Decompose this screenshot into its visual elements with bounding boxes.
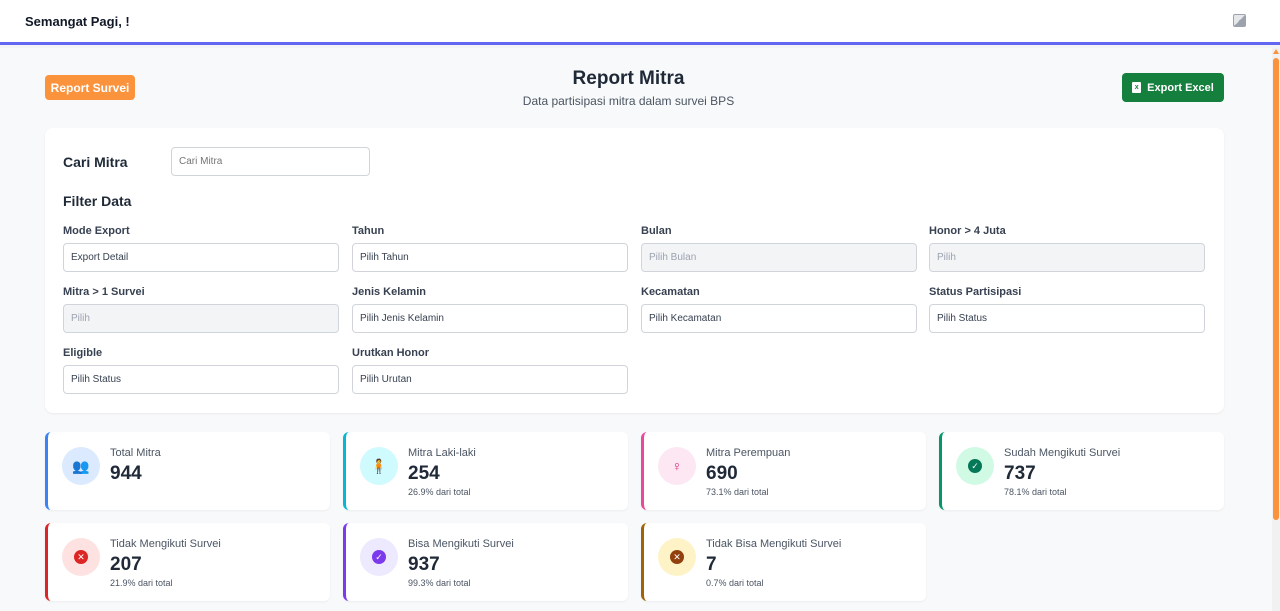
stat-value: 207: [110, 554, 142, 575]
greeting-text: Semangat Pagi, !: [25, 14, 130, 29]
top-bar: Semangat Pagi, !: [0, 0, 1280, 45]
page-title: Report Mitra: [572, 68, 685, 89]
stat-label: Tidak Mengikuti Survei: [110, 538, 221, 550]
stat-value: 254: [408, 463, 440, 484]
status-partisipasi-label: Status Partisipasi: [929, 286, 1022, 298]
scroll-up-icon[interactable]: [1273, 49, 1279, 54]
mode-export-label: Mode Export: [63, 225, 130, 237]
urutkan-honor-select[interactable]: Pilih Urutan: [352, 365, 628, 394]
scroll-thumb[interactable]: [1273, 58, 1279, 520]
stat-card-laki: 🧍 Mitra Laki-laki 254 26.9% dari total: [343, 432, 628, 510]
scrollbar[interactable]: [1272, 48, 1280, 611]
stat-label: Sudah Mengikuti Survei: [1004, 447, 1121, 459]
eligible-label: Eligible: [63, 347, 103, 359]
honor-select[interactable]: Pilih: [929, 243, 1205, 272]
stat-value: 737: [1004, 463, 1036, 484]
stat-card-tidak: ✕ Tidak Mengikuti Survei 207 21.9% dari …: [45, 523, 330, 601]
jenis-kelamin-select[interactable]: Pilih Jenis Kelamin: [352, 304, 628, 333]
users-icon: 👥: [62, 447, 100, 485]
stat-card-tidak-bisa: ✕ Tidak Bisa Mengikuti Survei 7 0.7% dar…: [641, 523, 926, 601]
kecamatan-select[interactable]: Pilih Kecamatan: [641, 304, 917, 333]
x-circle-icon: ✕: [62, 538, 100, 576]
jenis-kelamin-label: Jenis Kelamin: [352, 286, 426, 298]
stat-value: 937: [408, 554, 440, 575]
eligible-select[interactable]: Pilih Status: [63, 365, 339, 394]
stat-sub: 21.9% dari total: [110, 578, 173, 588]
male-icon: 🧍: [360, 447, 398, 485]
stat-card-perempuan: ♀ Mitra Perempuan 690 73.1% dari total: [641, 432, 926, 510]
stat-label: Mitra Laki-laki: [408, 447, 476, 459]
tahun-select[interactable]: Pilih Tahun: [352, 243, 628, 272]
search-label: Cari Mitra: [63, 154, 128, 170]
urutkan-honor-label: Urutkan Honor: [352, 347, 429, 359]
mitra-survei-label: Mitra > 1 Survei: [63, 286, 145, 298]
stat-label: Mitra Perempuan: [706, 447, 791, 459]
check-circle-icon: ✓: [956, 447, 994, 485]
stat-card-sudah: ✓ Sudah Mengikuti Survei 737 78.1% dari …: [939, 432, 1224, 510]
stat-sub: 26.9% dari total: [408, 487, 471, 497]
stat-label: Tidak Bisa Mengikuti Survei: [706, 538, 842, 550]
female-icon: ♀: [658, 447, 696, 485]
stat-sub: 73.1% dari total: [706, 487, 769, 497]
kecamatan-label: Kecamatan: [641, 286, 700, 298]
stat-card-total: 👥 Total Mitra 944: [45, 432, 330, 510]
excel-file-icon: x: [1132, 82, 1142, 93]
stat-value: 690: [706, 463, 738, 484]
x-circle-icon: ✕: [658, 538, 696, 576]
stat-label: Total Mitra: [110, 447, 161, 459]
stat-sub: 99.3% dari total: [408, 578, 471, 588]
page-subtitle: Data partisipasi mitra dalam survei BPS: [522, 94, 735, 108]
mode-export-select[interactable]: Export Detail: [63, 243, 339, 272]
bulan-label: Bulan: [641, 225, 672, 237]
stat-value: 944: [110, 463, 142, 484]
avatar[interactable]: [1233, 14, 1246, 27]
honor-label: Honor > 4 Juta: [929, 225, 1006, 237]
status-partisipasi-select[interactable]: Pilih Status: [929, 304, 1205, 333]
filter-title: Filter Data: [63, 193, 132, 209]
stat-label: Bisa Mengikuti Survei: [408, 538, 514, 550]
tahun-label: Tahun: [352, 225, 385, 237]
stat-value: 7: [706, 554, 717, 575]
export-excel-label: Export Excel: [1147, 81, 1214, 94]
export-excel-button[interactable]: x Export Excel: [1122, 73, 1224, 102]
mitra-survei-select[interactable]: Pilih: [63, 304, 339, 333]
check-circle-icon: ✓: [360, 538, 398, 576]
bulan-select[interactable]: Pilih Bulan: [641, 243, 917, 272]
search-input[interactable]: [171, 147, 370, 176]
stat-card-bisa: ✓ Bisa Mengikuti Survei 937 99.3% dari t…: [343, 523, 628, 601]
stat-sub: 78.1% dari total: [1004, 487, 1067, 497]
stat-sub: 0.7% dari total: [706, 578, 764, 588]
